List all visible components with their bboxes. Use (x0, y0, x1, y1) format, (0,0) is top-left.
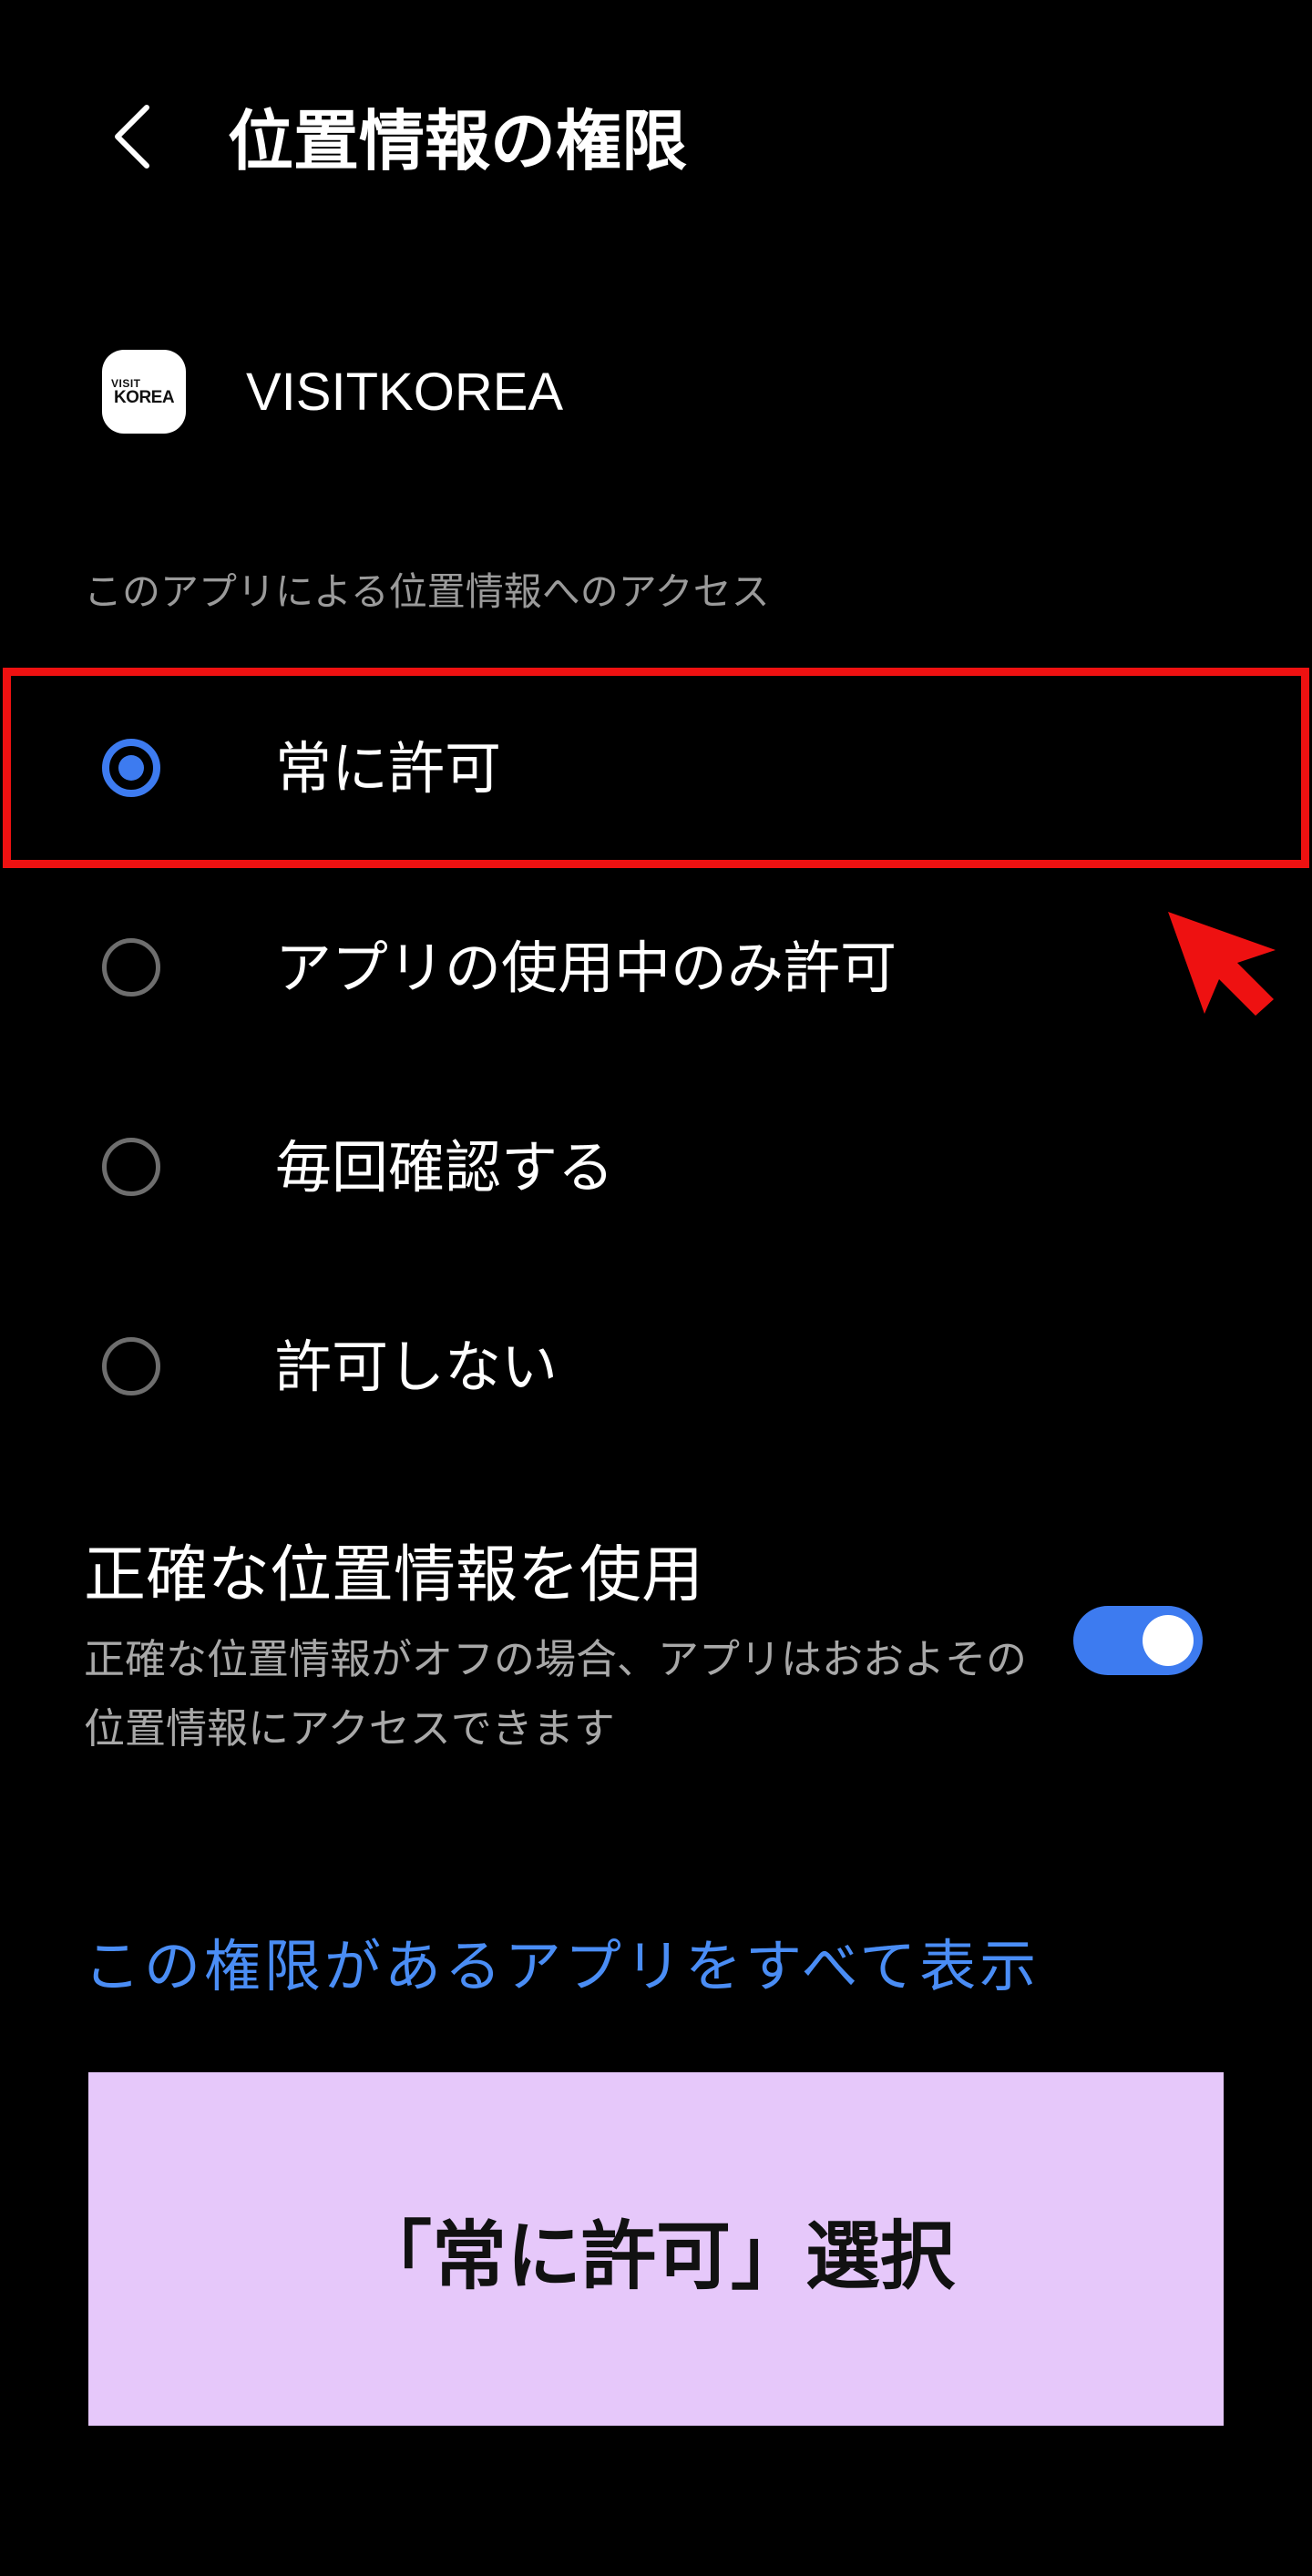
precise-location-toggle[interactable] (1073, 1606, 1203, 1675)
precise-location-title: 正確な位置情報を使用 (84, 1539, 704, 1611)
toggle-knob (1143, 1615, 1194, 1666)
option-deny[interactable]: 許可しない (0, 1275, 1312, 1457)
section-label: このアプリによる位置情報へのアクセス (84, 569, 770, 614)
option-label: 常に許可 (275, 735, 502, 802)
option-label: 毎回確認する (275, 1134, 615, 1201)
app-logo-icon: VISIT KOREA (102, 350, 186, 434)
radio-button-selected[interactable] (102, 739, 160, 797)
chevron-left-icon (115, 105, 149, 169)
option-label: アプリの使用中のみ許可 (275, 935, 897, 1001)
option-ask-every-time[interactable]: 毎回確認する (0, 1076, 1312, 1258)
radio-dot (118, 755, 144, 781)
caption-text: 「常に許可」選択 (356, 2213, 955, 2300)
caption-box: 「常に許可」選択 (88, 2072, 1224, 2426)
header: 位置情報の権限 (0, 0, 1312, 273)
app-logo-line2: KOREA (113, 387, 175, 407)
option-always-allow[interactable]: 常に許可 (0, 677, 1312, 859)
show-all-apps-link[interactable]: この権限があるアプリをすべて表示 (84, 1920, 1040, 2002)
app-name: VISITKOREA (246, 362, 564, 422)
radio-button[interactable] (102, 938, 160, 997)
radio-button[interactable] (102, 1337, 160, 1395)
app-logo-line1: VISIT (111, 376, 141, 390)
option-allow-while-using[interactable]: アプリの使用中のみ許可 (0, 876, 1312, 1058)
back-button[interactable] (91, 91, 173, 182)
app-info-row: VISIT KOREA VISITKOREA (102, 350, 563, 434)
option-label: 許可しない (275, 1334, 559, 1400)
precise-location-description: 正確な位置情報がオフの場合、アプリはおおよその位置情報にアクセスできます (84, 1635, 1028, 1753)
radio-button[interactable] (102, 1138, 160, 1196)
page-title: 位置情報の権限 (228, 103, 688, 179)
